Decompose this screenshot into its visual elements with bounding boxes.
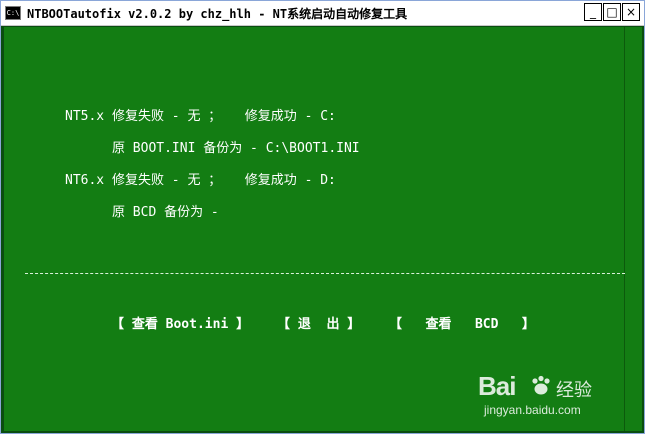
title-bar[interactable]: C:\ NTBOOTautofix v2.0.2 by chz_hlh - NT… <box>1 1 644 26</box>
console-output <box>3 27 625 431</box>
nt6-status-line: NT6.x 修复失败 - 无 ； 修复成功 - D: <box>65 173 336 188</box>
bcd-backup-line: 原 BCD 备份为 - <box>65 205 219 220</box>
nt5-status-line: NT5.x 修复失败 - 无 ； 修复成功 - C: <box>65 109 336 124</box>
boot-ini-backup-line: 原 BOOT.INI 备份为 - C:\BOOT1.INI <box>65 141 360 156</box>
minimize-button[interactable]: _ <box>584 3 602 21</box>
close-button[interactable]: × <box>622 3 640 21</box>
console-app-icon[interactable]: C:\ <box>5 6 21 20</box>
view-boot-ini-button[interactable]: 【 查看 Boot.ini 】 <box>111 317 249 333</box>
vertical-scrollbar[interactable] <box>624 27 642 431</box>
view-bcd-button[interactable]: 【 查看 BCD 】 <box>389 317 535 333</box>
window-title: NTBOOTautofix v2.0.2 by chz_hlh - NT系统启动… <box>27 6 408 21</box>
separator-line <box>25 273 625 274</box>
window-controls: _ □ × <box>584 3 640 21</box>
maximize-button[interactable]: □ <box>603 3 621 21</box>
console-window: C:\ NTBOOTautofix v2.0.2 by chz_hlh - NT… <box>0 0 645 434</box>
exit-button[interactable]: 【 退 出 】 <box>277 317 360 333</box>
